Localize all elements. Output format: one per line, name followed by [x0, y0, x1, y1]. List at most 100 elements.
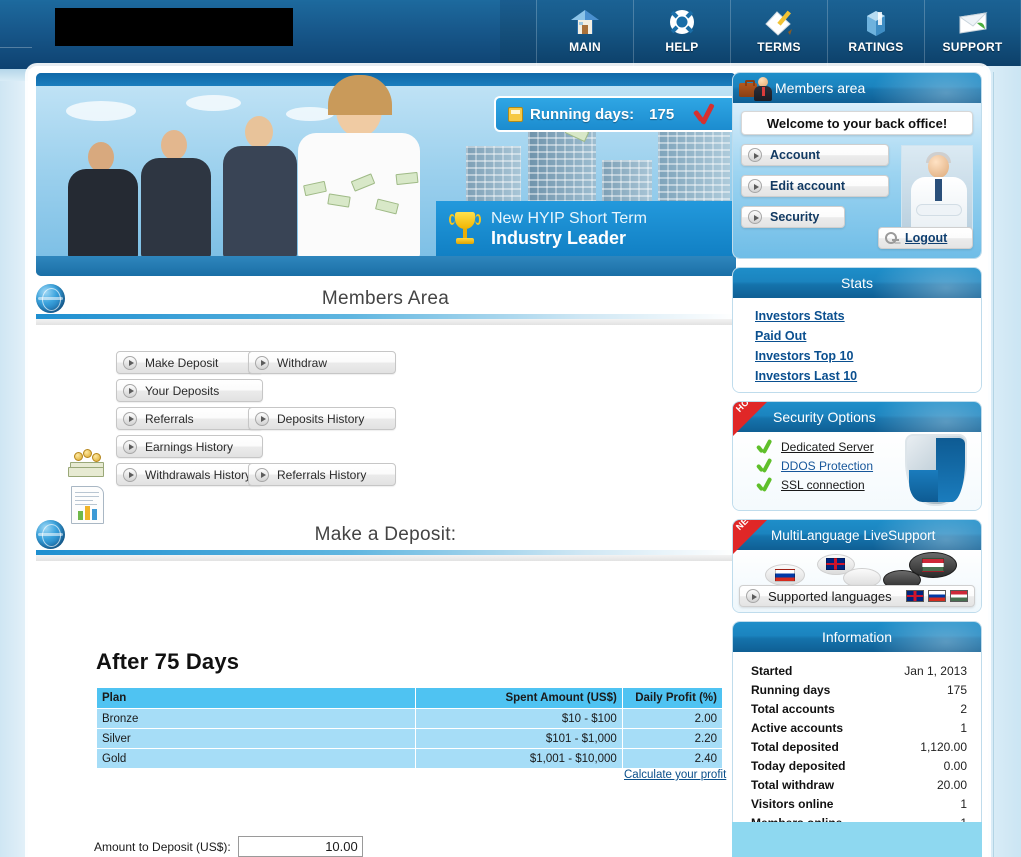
stats-link-investors-stats[interactable]: Investors Stats [755, 309, 981, 323]
column-header-spent-amount: Spent Amount (US$) [414, 687, 623, 709]
plan-duration-heading: After 75 Days [96, 649, 240, 674]
flag-ru-icon [928, 590, 946, 602]
logout-button[interactable]: Logout [878, 227, 973, 249]
cell-daily-profit: 2.40 [621, 748, 724, 769]
flag-uk-icon [826, 558, 845, 570]
security-options-panel-header: Security Options [733, 402, 981, 432]
cloud-shape [66, 101, 136, 121]
security-options-panel-body: Dedicated Server DDOS Protection SSL con… [733, 432, 981, 510]
referrals-button[interactable]: Referrals [116, 407, 263, 430]
make-deposit-button[interactable]: Make Deposit [116, 351, 263, 374]
calculate-profit-link[interactable]: Calculate your profit [624, 769, 726, 781]
amount-input[interactable] [237, 836, 363, 857]
deposits-history-button[interactable]: Deposits History [248, 407, 396, 430]
nav-item-main[interactable]: MAIN [536, 0, 633, 69]
nav-item-ratings[interactable]: RATINGS [827, 0, 924, 69]
security-link[interactable]: DDOS Protection [781, 459, 873, 473]
nav-item-help[interactable]: HELP [633, 0, 730, 69]
play-arrow-icon [255, 467, 269, 482]
sidebar-item-label: Account [770, 148, 820, 162]
hero-banner: Running days: 175 New HYIP Short Term In… [36, 73, 736, 276]
play-arrow-icon [123, 439, 137, 454]
button-label: Withdrawals History [145, 467, 252, 482]
sidebar-item-label: Security [770, 210, 820, 224]
page-root: MAIN HELP TERMS RATINGS SUPPORT Running … [0, 0, 1021, 857]
info-key: Total accounts [751, 702, 835, 716]
panel-title: Stats [841, 275, 873, 291]
play-arrow-icon [255, 355, 269, 370]
stats-link-investors-top-10[interactable]: Investors Top 10 [755, 349, 981, 363]
page-left-gutter [0, 69, 28, 857]
top-navigation-bar: MAIN HELP TERMS RATINGS SUPPORT [0, 0, 1021, 69]
info-value: 1 [960, 797, 967, 811]
button-label: Make Deposit [145, 355, 219, 370]
sidebar-item-account[interactable]: Account [741, 144, 889, 166]
button-label: Earnings History [145, 439, 234, 454]
nav-label: RATINGS [848, 40, 904, 54]
info-value: 0.00 [943, 759, 967, 773]
members-area-section-header: Members Area [36, 284, 736, 313]
nav-item-terms[interactable]: TERMS [730, 0, 827, 69]
play-arrow-icon [746, 589, 760, 603]
play-arrow-icon [255, 411, 269, 426]
withdrawals-history-button[interactable]: Withdrawals History [116, 463, 263, 486]
cell-plan-name: Gold [96, 748, 416, 769]
cell-plan-name: Silver [96, 728, 416, 749]
your-deposits-button[interactable]: Your Deposits [116, 379, 263, 402]
shield-icon [905, 434, 967, 506]
nav-item-support[interactable]: SUPPORT [924, 0, 1021, 69]
cloud-shape [186, 95, 241, 111]
nav-label: SUPPORT [942, 40, 1003, 54]
globe-icon [36, 520, 65, 549]
stats-link-paid-out[interactable]: Paid Out [755, 329, 981, 343]
calendar-icon [508, 106, 523, 122]
info-key: Total deposited [751, 740, 839, 754]
tagline-line-1: New HYIP Short Term [491, 209, 647, 227]
amount-to-deposit-row: Amount to Deposit (US$): [94, 836, 363, 857]
welcome-message: Welcome to your back office! [741, 111, 973, 135]
sidebar-item-label: Edit account [770, 179, 846, 193]
button-label: Deposits History [277, 411, 365, 426]
info-row-total-accounts: Total accounts 2 [751, 700, 967, 719]
button-label: Withdraw [277, 355, 328, 370]
info-key: Running days [751, 683, 831, 697]
referrals-history-button[interactable]: Referrals History [248, 463, 396, 486]
green-check-icon [757, 459, 773, 473]
box-icon [860, 7, 892, 38]
play-arrow-icon [748, 210, 762, 224]
supported-languages-button[interactable]: Supported languages [739, 585, 975, 607]
security-options-panel: HOT Security Options Dedicated Server DD… [732, 401, 982, 511]
table-header-row: Plan Spent Amount (US$) Daily Profit (%) [96, 687, 724, 709]
panel-title: Information [821, 629, 893, 645]
withdraw-button[interactable]: Withdraw [248, 351, 396, 374]
column-header-daily-profit: Daily Profit (%) [621, 687, 724, 709]
make-deposit-title: Make a Deposit: [314, 523, 457, 545]
info-value: 175 [946, 683, 967, 697]
stats-link-investors-last-10[interactable]: Investors Last 10 [755, 369, 981, 383]
info-row-today-deposited: Today deposited 0.00 [751, 757, 967, 776]
earnings-history-button[interactable]: Earnings History [116, 435, 263, 458]
security-link[interactable]: SSL connection [781, 478, 865, 492]
lifebuoy-icon [666, 7, 698, 38]
industry-leader-banner: New HYIP Short Term Industry Leader [436, 201, 736, 256]
sidebar-item-edit-account[interactable]: Edit account [741, 175, 889, 197]
panel-title: Members area [775, 80, 866, 96]
multilanguage-panel-header: MultiLanguage LiveSupport [733, 520, 981, 550]
amount-label: Amount to Deposit (US$): [94, 839, 231, 854]
page-right-gutter [983, 66, 1021, 857]
briefcase-person-icon [739, 75, 773, 102]
info-key: Active accounts [751, 721, 844, 735]
green-check-icon [757, 478, 773, 492]
section-divider-shadow [36, 319, 736, 325]
panel-title: MultiLanguage LiveSupport [771, 527, 936, 543]
info-value: 1 [960, 721, 967, 735]
cell-daily-profit: 2.20 [621, 728, 724, 749]
cell-spent-amount: $101 - $1,000 [414, 728, 623, 749]
topbar-hairline [0, 47, 32, 48]
sidebar-item-security[interactable]: Security [741, 206, 845, 228]
security-link[interactable]: Dedicated Server [781, 440, 874, 454]
running-days-value: 175 [649, 105, 675, 123]
info-row-running-days: Running days 175 [751, 681, 967, 700]
panel-title: Security Options [773, 409, 876, 425]
info-row-total-withdraw: Total withdraw 20.00 [751, 776, 967, 795]
